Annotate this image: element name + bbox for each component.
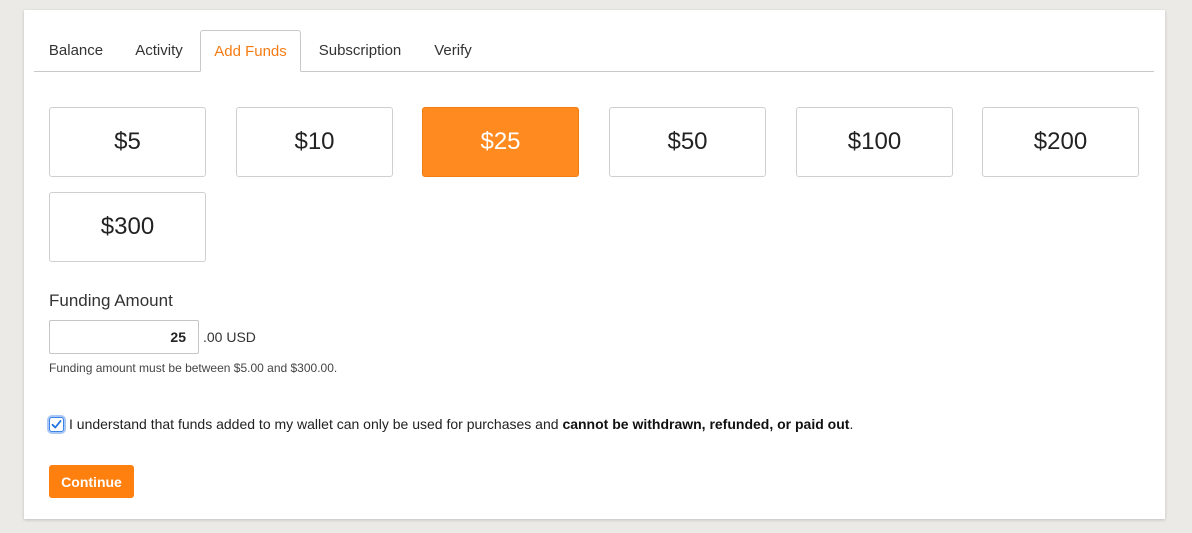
amount-100-button[interactable]: $100 [796,107,953,177]
tab-activity[interactable]: Activity [126,30,192,71]
funding-amount-label: Funding Amount [49,291,173,310]
amount-5-button[interactable]: $5 [49,107,206,177]
funding-hint: Funding amount must be between $5.00 and… [49,361,338,375]
agreement-text-end: . [849,416,854,432]
funding-currency-suffix: .00 USD [203,329,256,345]
tab-balance[interactable]: Balance [40,30,112,71]
amount-10-button[interactable]: $10 [236,107,393,177]
checkmark-icon [51,420,62,429]
amount-25-button[interactable]: $25 [422,107,579,177]
tab-verify[interactable]: Verify [426,30,480,71]
wallet-card: Balance Activity Add Funds Subscription … [24,10,1165,519]
agreement-checkbox[interactable] [49,417,64,432]
tab-bar: Balance Activity Add Funds Subscription … [34,30,1154,72]
tab-add-funds[interactable]: Add Funds [200,30,301,72]
agreement-text: I understand that funds added to my wall… [69,416,853,432]
continue-button[interactable]: Continue [49,465,134,498]
agreement-text-main: I understand that funds added to my wall… [69,416,563,432]
amount-300-button[interactable]: $300 [49,192,206,262]
amount-50-button[interactable]: $50 [609,107,766,177]
agreement-text-bold: cannot be withdrawn, refunded, or paid o… [562,416,850,432]
funding-amount-input[interactable]: 25 [49,320,199,354]
tab-subscription[interactable]: Subscription [310,30,410,71]
amount-200-button[interactable]: $200 [982,107,1139,177]
